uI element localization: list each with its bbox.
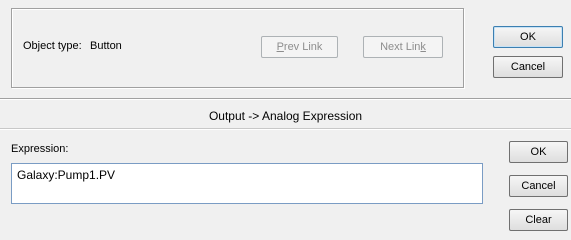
object-type-value: Button xyxy=(90,40,122,52)
prev-link-label-mnemonic: P xyxy=(276,40,284,53)
next-link-button[interactable]: Next Lin k xyxy=(363,36,443,58)
expression-ok-button[interactable]: OK xyxy=(509,141,568,163)
expression-input[interactable]: Galaxy:Pump1.PV xyxy=(11,163,483,204)
next-link-label-prefix: Next Lin xyxy=(380,40,421,53)
top-ok-button[interactable]: OK xyxy=(493,26,563,48)
expression-clear-button[interactable]: Clear xyxy=(509,209,568,231)
prev-link-label-rest: rev Link xyxy=(283,40,323,53)
expression-cancel-button[interactable]: Cancel xyxy=(509,175,568,197)
dialog-separator xyxy=(0,98,571,100)
prev-link-button[interactable]: Prev Link xyxy=(261,36,338,58)
title-separator xyxy=(0,128,571,130)
next-link-label-mnemonic: k xyxy=(420,40,426,53)
object-type-label: Object type: xyxy=(23,40,82,52)
expression-dialog-title: Output -> Analog Expression xyxy=(208,109,363,123)
expression-label: Expression: xyxy=(11,143,69,155)
top-cancel-button[interactable]: Cancel xyxy=(493,56,563,78)
